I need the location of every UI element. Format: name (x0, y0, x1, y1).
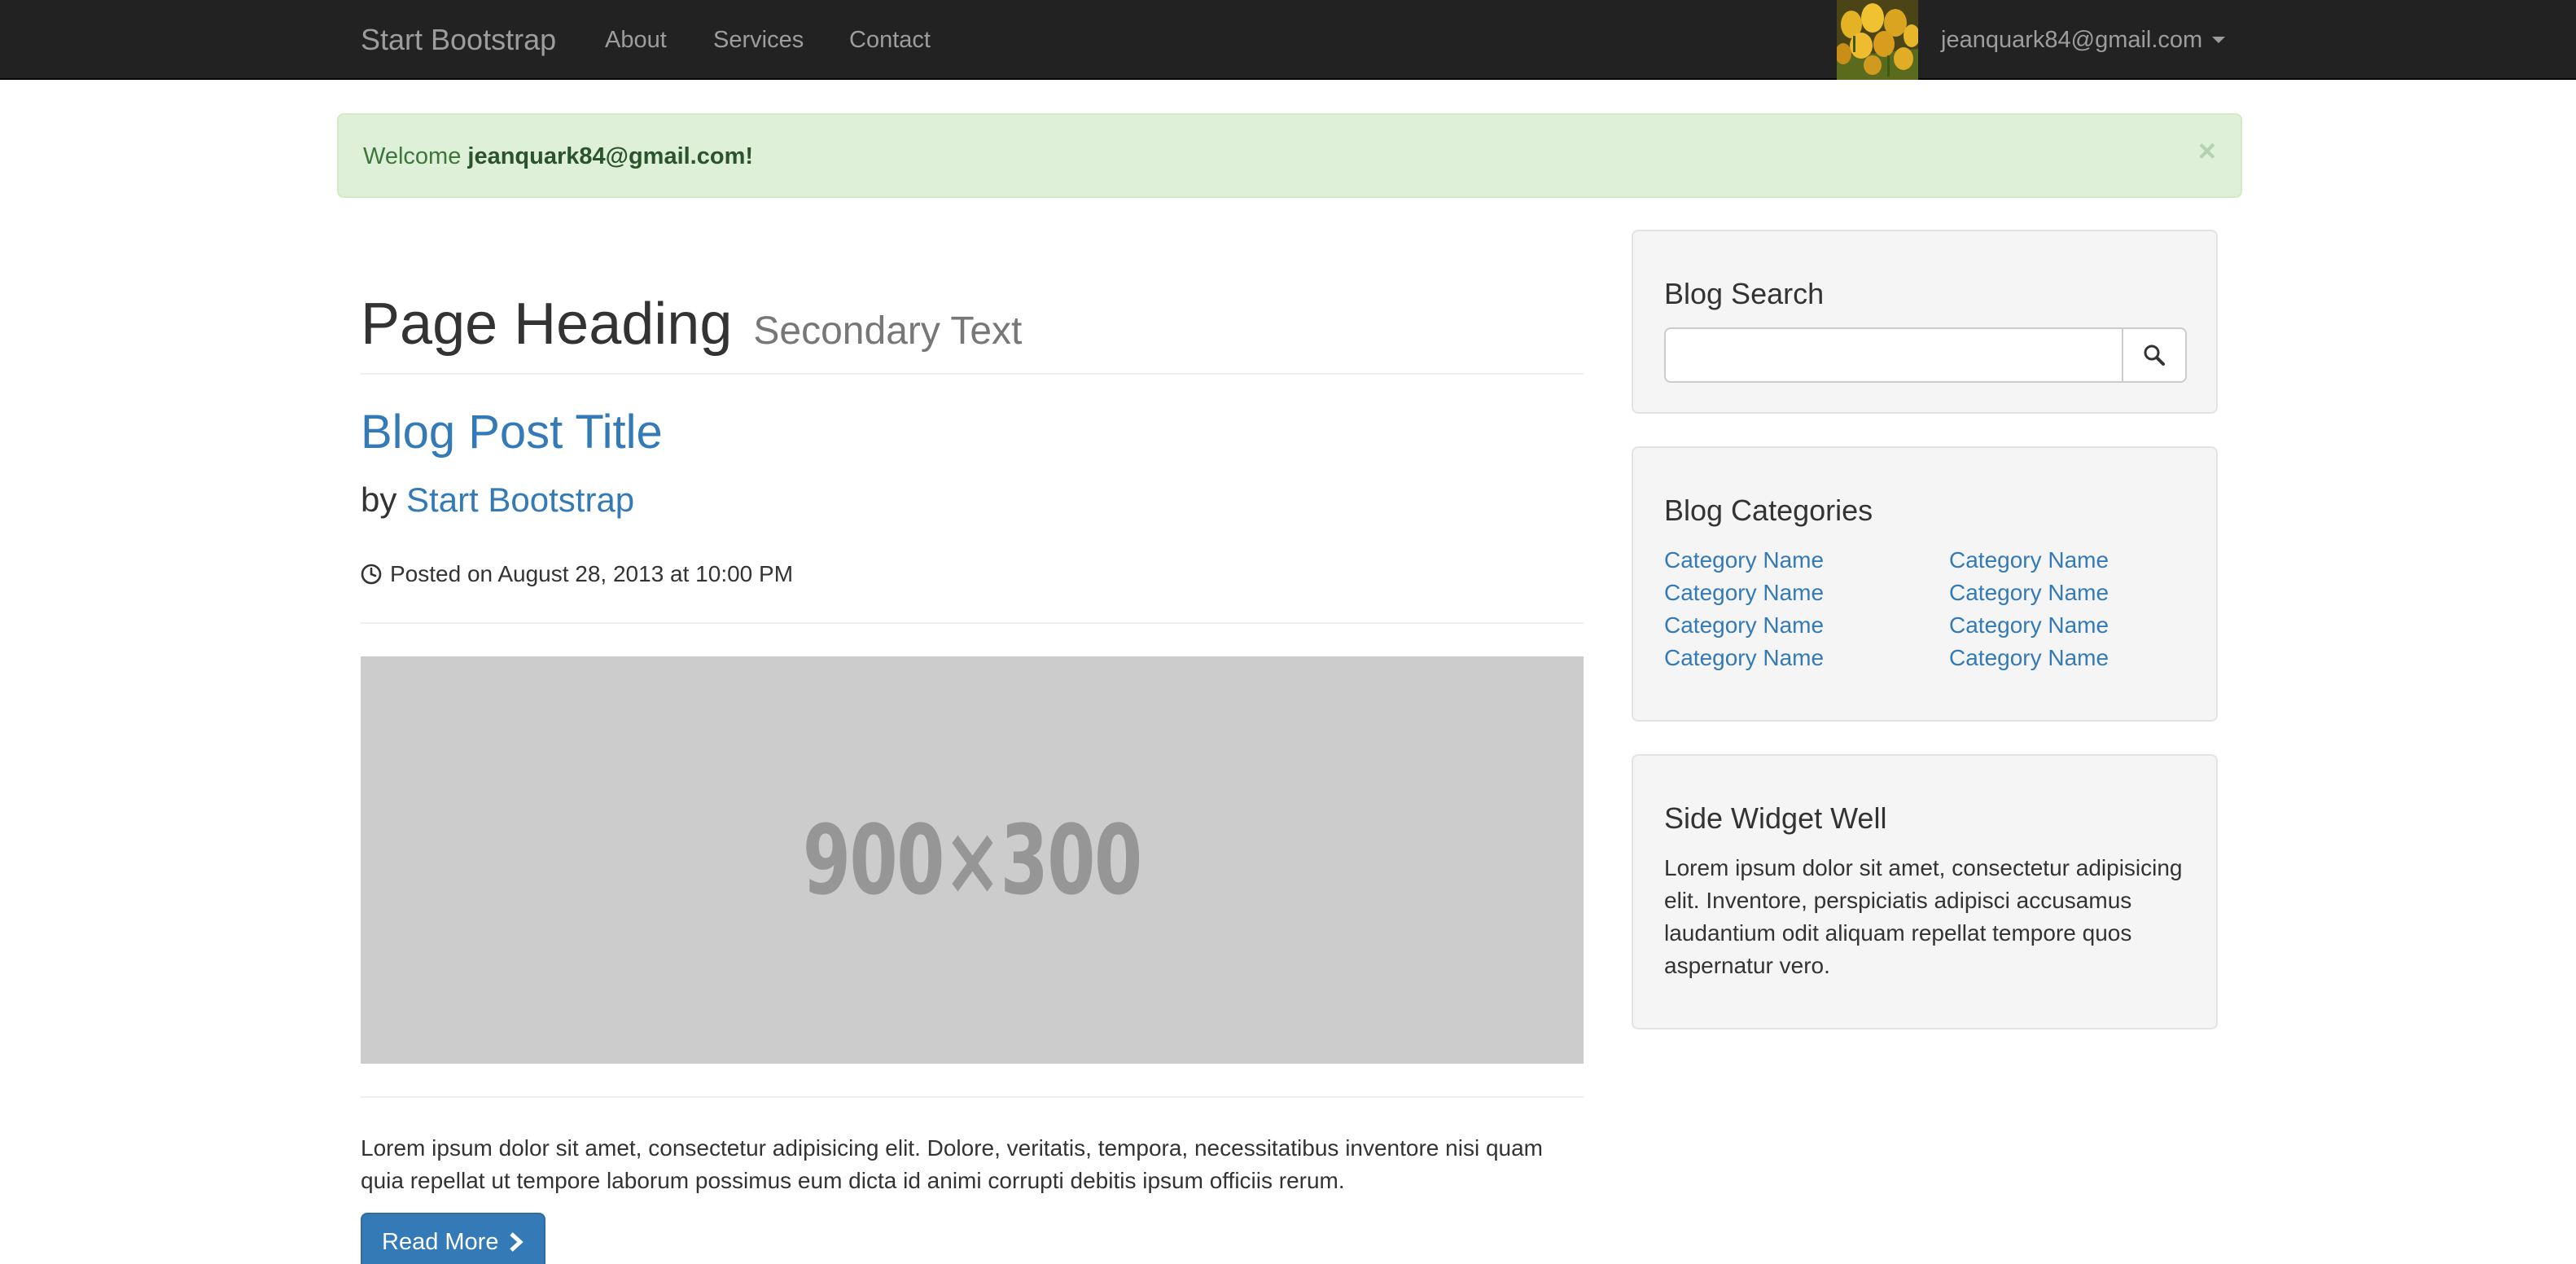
blog-search-title: Blog Search (1664, 277, 1825, 310)
page-subheading: Secondary Text (753, 309, 1023, 353)
date-divider (361, 622, 1584, 624)
user-menu-dropdown[interactable]: jeanquark84@gmail.com (1941, 26, 2226, 54)
alert-email: jeanquark84@gmail.com! (467, 143, 754, 169)
post-date: Posted on August 28, 2013 at 10:00 PM (361, 560, 793, 588)
read-more-label: Read More (382, 1229, 499, 1255)
alert-close-button[interactable]: × (2198, 136, 2216, 167)
blog-categories-title: Blog Categories (1664, 494, 1873, 527)
category-link[interactable]: Category Name (1949, 642, 2109, 674)
alert-message: Welcome jeanquark84@gmail.com! (363, 143, 753, 170)
avatar-image (1837, 0, 1918, 80)
author-link[interactable]: Start Bootstrap (406, 481, 634, 519)
blog-search-well: Blog Search (1632, 230, 2218, 414)
page-heading-text: Page Heading (361, 292, 733, 357)
search-icon (2144, 345, 2165, 366)
brand-link[interactable]: Start Bootstrap (361, 23, 556, 57)
heading-divider (361, 373, 1584, 375)
post-excerpt: Lorem ipsum dolor sit amet, consectetur … (361, 1135, 1543, 1193)
categories-left-column: Category Name Category Name Category Nam… (1664, 544, 1824, 674)
side-widget-text: Lorem ipsum dolor sit amet, consectetur … (1664, 855, 2183, 978)
post-title-link[interactable]: Blog Post Title (361, 404, 663, 461)
post-author-line: by Start Bootstrap (361, 480, 634, 520)
by-prefix: by (361, 481, 397, 519)
category-link[interactable]: Category Name (1664, 609, 1824, 642)
side-widget-well: Side Widget Well Lorem ipsum dolor sit a… (1632, 754, 2218, 1029)
chevron-right-icon (510, 1232, 524, 1252)
category-link[interactable]: Category Name (1949, 544, 2109, 577)
category-link[interactable]: Category Name (1664, 544, 1824, 577)
image-divider (361, 1096, 1584, 1098)
page-title: Page Heading Secondary Text (361, 290, 1022, 366)
blog-categories-well: Blog Categories Category Name Category N… (1632, 446, 2218, 722)
categories-right-column: Category Name Category Name Category Nam… (1949, 544, 2109, 674)
search-input[interactable] (1664, 327, 2123, 383)
category-link[interactable]: Category Name (1949, 609, 2109, 642)
nav-about-link[interactable]: About (605, 26, 667, 54)
nav-contact-link[interactable]: Contact (849, 26, 931, 54)
read-more-button[interactable]: Read More (361, 1213, 545, 1264)
avatar[interactable] (1837, 0, 1918, 80)
side-widget-title: Side Widget Well (1664, 801, 1887, 835)
clock-icon (361, 564, 382, 585)
posted-text: Posted on August 28, 2013 at 10:00 PM (390, 561, 794, 586)
navbar: Start Bootstrap About Services Contact j… (0, 0, 2576, 80)
user-email: jeanquark84@gmail.com (1941, 27, 2203, 53)
category-link[interactable]: Category Name (1664, 577, 1824, 609)
category-link[interactable]: Category Name (1949, 577, 2109, 609)
search-button[interactable] (2122, 327, 2187, 383)
caret-down-icon (2212, 37, 2226, 43)
category-link[interactable]: Category Name (1664, 642, 1824, 674)
nav-services-link[interactable]: Services (713, 26, 804, 54)
post-image-placeholder: 900×300 (361, 656, 1584, 1064)
placeholder-dimensions: 900×300 (803, 804, 1142, 916)
welcome-alert: Welcome jeanquark84@gmail.com! × (337, 113, 2242, 198)
alert-prefix: Welcome (363, 143, 462, 169)
